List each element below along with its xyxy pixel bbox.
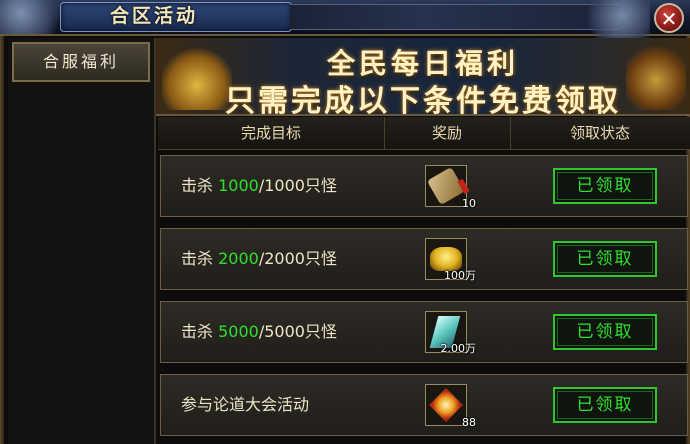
goal-prefix: 击杀 xyxy=(181,249,219,268)
goal-current: 5000 xyxy=(218,322,259,341)
table-row: 击杀 1000/1000只怪 10 已领取 xyxy=(160,155,688,217)
goal-text: 参与论道大会活动 xyxy=(181,375,309,435)
frame-left xyxy=(0,36,4,444)
scroll-icon xyxy=(426,166,466,206)
sidebar: 合服福利 xyxy=(8,38,156,444)
gem-icon xyxy=(429,388,463,422)
goal-text: 击杀 1000/1000只怪 xyxy=(181,156,337,216)
table-header: 完成目标 奖励 领取状态 xyxy=(158,117,690,150)
table-row: 参与论道大会活动 88 已领取 xyxy=(160,374,688,436)
reward-count: 2.00万 xyxy=(440,342,477,355)
goal-current: 1000 xyxy=(218,176,259,195)
banner-subheadline: 只需完成以下条件免费领取 xyxy=(225,84,621,116)
goal-target: /5000只怪 xyxy=(258,322,337,341)
goal-prefix: 击杀 xyxy=(181,176,219,195)
goal-target: /2000只怪 xyxy=(258,249,337,268)
close-icon: ✕ xyxy=(660,7,678,31)
header-goal: 完成目标 xyxy=(158,117,385,149)
goal-text: 击杀 5000/5000只怪 xyxy=(181,302,337,362)
title-bar: 合区活动 ✕ xyxy=(0,0,690,40)
table-row: 击杀 2000/2000只怪 100万 已领取 xyxy=(160,228,688,290)
header-status: 领取状态 xyxy=(569,124,630,142)
reward-slot[interactable]: 100万 xyxy=(425,238,476,282)
goal-text: 击杀 2000/2000只怪 xyxy=(181,229,337,289)
reward-count: 10 xyxy=(462,197,476,210)
reward-count: 88 xyxy=(462,416,476,429)
goal-prefix: 击杀 xyxy=(181,322,219,341)
claimed-button[interactable]: 已领取 xyxy=(553,168,657,204)
window-title: 合区活动 xyxy=(110,5,199,27)
dragon-ornament-right xyxy=(580,0,650,40)
goal-current: 2000 xyxy=(218,249,259,268)
title-ornament xyxy=(290,4,620,30)
reward-count: 100万 xyxy=(444,269,476,282)
header-reward: 奖励 xyxy=(384,117,511,149)
promo-banner: 全民每日福利 只需完成以下条件免费领取 xyxy=(156,38,690,116)
reward-slot[interactable]: 2.00万 xyxy=(425,311,476,355)
sidebar-item-merge-benefits[interactable]: 合服福利 xyxy=(12,42,150,82)
claimed-button[interactable]: 已领取 xyxy=(553,314,657,350)
goal-prefix: 参与论道大会活动 xyxy=(181,395,310,414)
claimed-button[interactable]: 已领取 xyxy=(553,387,657,423)
close-button[interactable]: ✕ xyxy=(654,3,684,33)
goal-target: /1000只怪 xyxy=(258,176,337,195)
reward-slot[interactable]: 88 xyxy=(425,384,476,429)
reward-slot[interactable]: 10 xyxy=(425,165,476,210)
claimed-button[interactable]: 已领取 xyxy=(553,241,657,277)
table-row: 击杀 5000/5000只怪 2.00万 已领取 xyxy=(160,301,688,363)
